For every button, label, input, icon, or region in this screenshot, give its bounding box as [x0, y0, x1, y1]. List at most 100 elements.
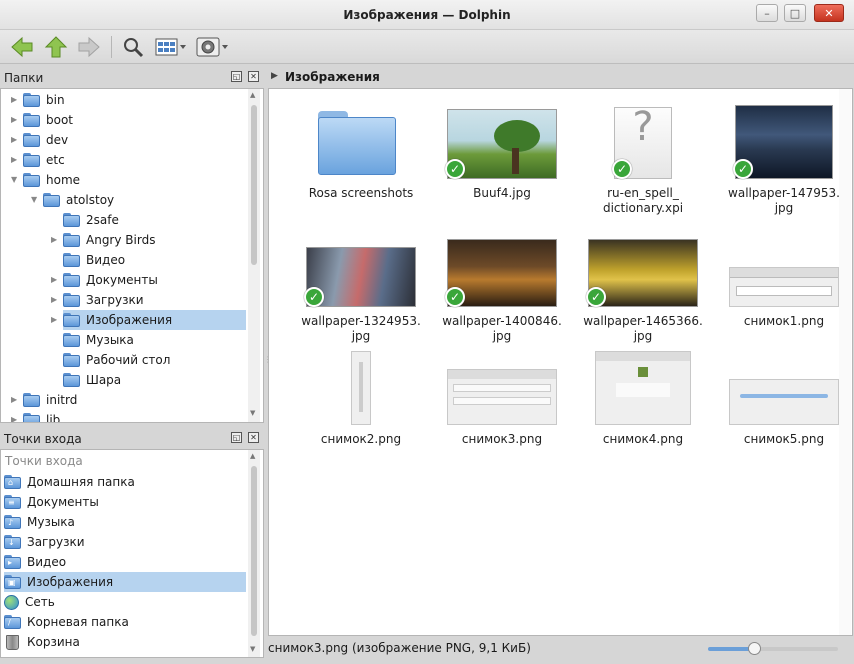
folder-tree-item[interactable]: Загрузки [63, 290, 144, 310]
places-item[interactable]: ▸ Видео [4, 552, 246, 572]
places-list: Точки входа ▲ ▼ ⌂ Домашняя папка ≡ Документ… [0, 449, 264, 658]
file-item[interactable]: ✓ wallpaper-147953. jpg [714, 99, 854, 217]
view-mode-button[interactable] [153, 34, 189, 60]
folder-icon [23, 393, 40, 407]
float-icon[interactable]: ◱ [231, 432, 242, 443]
folder-tree-item[interactable]: lib [23, 410, 60, 422]
up-arrow-icon [44, 36, 68, 58]
close-panel-icon[interactable]: ✕ [248, 71, 259, 82]
forward-button[interactable] [75, 34, 103, 60]
scroll-up-icon[interactable]: ▲ [250, 452, 255, 460]
file-item[interactable]: снимок4.png [573, 345, 713, 463]
status-text: снимок3.png (изображение PNG, 9,1 КиБ) [268, 641, 531, 655]
folder-icon [318, 111, 396, 177]
minimize-icon: – [764, 6, 770, 20]
float-icon[interactable]: ◱ [231, 71, 242, 82]
file-item[interactable]: снимок3.png [432, 345, 572, 463]
places-item-label: Сеть [25, 595, 55, 609]
image-thumbnail [729, 379, 839, 425]
folder-icon [63, 293, 80, 307]
scroll-down-icon[interactable]: ▼ [250, 645, 255, 653]
folder-icon [23, 113, 40, 127]
places-panel-header: Точки входа ◱ ✕ [0, 429, 266, 449]
breadcrumb-current[interactable]: Изображения [285, 70, 380, 84]
folder-icon [63, 213, 80, 227]
expand-arrow-icon[interactable]: ▶ [51, 235, 57, 244]
folder-tree-label: atolstoy [66, 193, 115, 207]
places-item[interactable]: ♪ Музыка [4, 512, 246, 532]
scroll-thumb[interactable] [251, 105, 257, 265]
folder-tree-item[interactable]: 2safe [63, 210, 119, 230]
settings-button[interactable] [194, 34, 230, 60]
file-item[interactable]: ? ✓ ru-en_spell_ dictionary.xpi [573, 99, 713, 217]
places-item[interactable]: ⌂ Домашняя папка [4, 472, 246, 492]
folder-tree-item[interactable]: Шара [63, 370, 121, 390]
back-arrow-icon [11, 36, 33, 58]
folder-tree-item[interactable]: Изображения [63, 310, 172, 330]
places-item[interactable]: ▣ Изображения [4, 572, 246, 592]
folder-tree-item[interactable]: initrd [23, 390, 77, 410]
scroll-down-icon[interactable]: ▼ [250, 409, 255, 417]
file-item[interactable]: снимок2.png [291, 345, 431, 463]
folder-tree-label: Изображения [86, 313, 173, 327]
zoom-slider[interactable] [708, 642, 838, 655]
places-item[interactable]: ↓ Загрузки [4, 532, 246, 552]
folders-scrollbar[interactable]: ▲ ▼ [248, 89, 260, 422]
collapse-arrow-icon[interactable]: ▼ [31, 195, 37, 204]
expand-arrow-icon[interactable]: ▶ [11, 95, 17, 104]
minimize-button[interactable]: – [756, 4, 778, 22]
places-item[interactable]: / Корневая папка [4, 612, 246, 632]
close-button[interactable]: ✕ [814, 4, 844, 22]
places-scrollbar[interactable]: ▲ ▼ [248, 450, 260, 657]
folder-tree-item[interactable]: dev [23, 130, 68, 150]
scroll-thumb[interactable] [251, 466, 257, 636]
collapse-arrow-icon[interactable]: ▼ [11, 175, 17, 184]
file-view-scrollbar[interactable] [839, 89, 851, 635]
file-item[interactable]: ✓ wallpaper-1400846. jpg [432, 227, 572, 345]
scroll-up-icon[interactable]: ▲ [250, 91, 255, 99]
folder-item[interactable]: Rosa screenshots [291, 99, 431, 217]
folder-icon [63, 333, 80, 347]
up-button[interactable] [42, 34, 70, 60]
folder-tree-item[interactable]: home [23, 170, 80, 190]
folder-tree-item[interactable]: atolstoy [43, 190, 114, 210]
close-panel-icon[interactable]: ✕ [248, 432, 259, 443]
folder-icon [63, 253, 80, 267]
places-item[interactable]: Сеть [4, 592, 246, 612]
places-item[interactable]: ≡ Документы [4, 492, 246, 512]
places-item-label: Видео [27, 555, 67, 569]
folder-tree-item[interactable]: Музыка [63, 330, 134, 350]
zoom-slider-handle[interactable] [748, 642, 761, 655]
breadcrumb-arrow-icon[interactable]: ▶ [271, 71, 278, 81]
video-folder-icon: ▸ [4, 555, 21, 569]
maximize-button[interactable]: □ [784, 4, 806, 22]
expand-arrow-icon[interactable]: ▶ [51, 315, 57, 324]
expand-arrow-icon[interactable]: ▶ [11, 115, 17, 124]
file-item[interactable]: ✓ Buuf4.jpg [432, 99, 572, 217]
folder-tree-item[interactable]: bin [23, 90, 65, 110]
search-button[interactable] [119, 34, 147, 60]
back-button[interactable] [8, 34, 36, 60]
downloads-folder-icon: ↓ [4, 535, 21, 549]
settings-icon [196, 37, 228, 57]
places-item[interactable]: Корзина [4, 632, 246, 652]
folder-tree-item[interactable]: Рабочий стол [63, 350, 170, 370]
folder-tree-item[interactable]: Видео [63, 250, 125, 270]
expand-arrow-icon[interactable]: ▶ [51, 295, 57, 304]
file-view[interactable]: Rosa screenshots ✓ Buuf4.jpg? ✓ ru-en_spell_… [268, 88, 853, 636]
expand-arrow-icon[interactable]: ▶ [11, 155, 17, 164]
folder-tree-item[interactable]: boot [23, 110, 73, 130]
expand-arrow-icon[interactable]: ▶ [51, 275, 57, 284]
expand-arrow-icon[interactable]: ▶ [11, 395, 17, 404]
file-item[interactable]: снимок5.png [714, 345, 854, 463]
folder-tree-item[interactable]: Документы [63, 270, 158, 290]
file-item[interactable]: ✓ wallpaper-1324953. jpg [291, 227, 431, 345]
folder-tree-item[interactable]: Angry Birds [63, 230, 155, 250]
folder-tree-label: Загрузки [86, 293, 144, 307]
file-item[interactable]: ✓ wallpaper-1465366. jpg [573, 227, 713, 345]
image-thumbnail [729, 267, 839, 307]
folder-tree-item[interactable]: etc [23, 150, 65, 170]
expand-arrow-icon[interactable]: ▶ [11, 415, 17, 422]
file-item[interactable]: снимок1.png [714, 227, 854, 345]
expand-arrow-icon[interactable]: ▶ [11, 135, 17, 144]
